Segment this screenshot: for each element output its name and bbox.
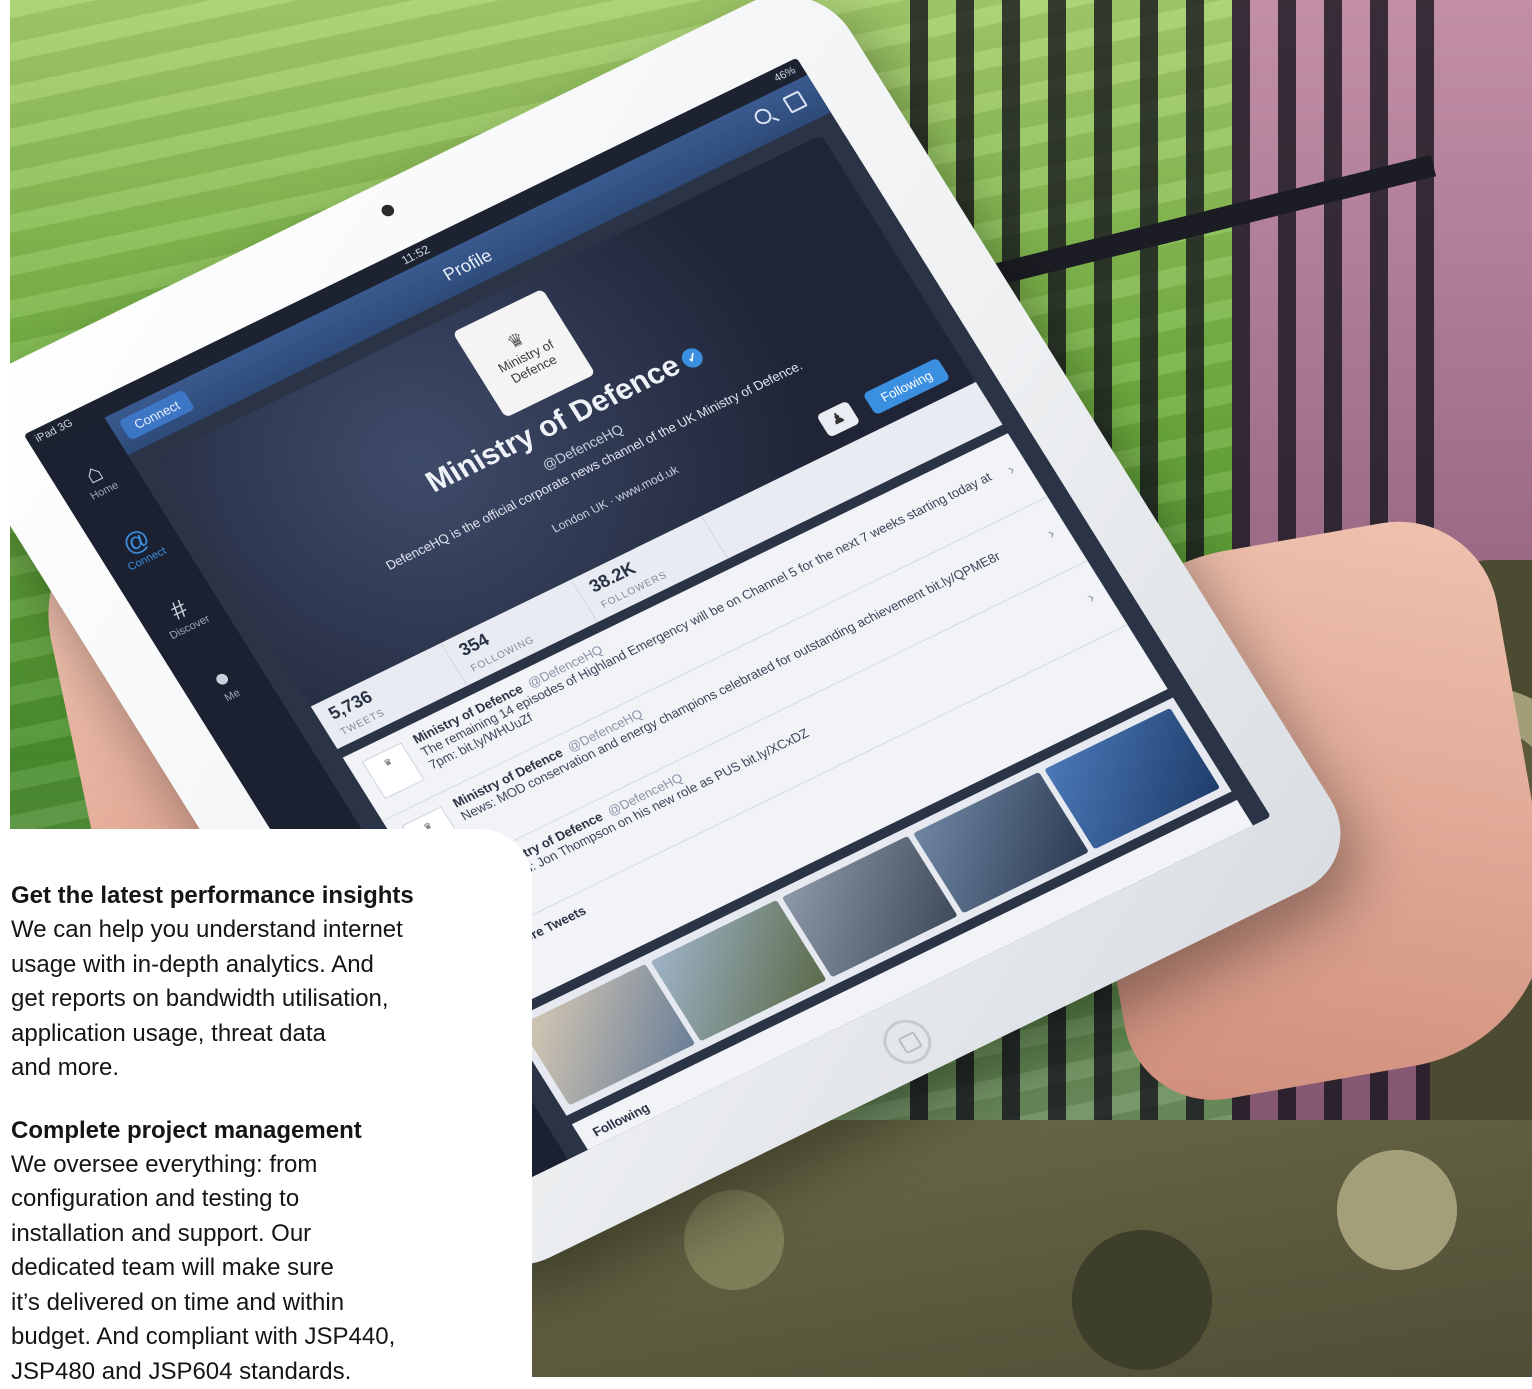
section-body-project: We oversee everything: from configuratio… (11, 1148, 502, 1389)
home-square-icon (897, 1031, 923, 1054)
rail-item-discover[interactable]: # Discover (136, 580, 228, 650)
rail-item-me[interactable]: ● Me (178, 648, 270, 718)
tweet-avatar: ♛ (362, 742, 425, 799)
camera-icon (379, 203, 396, 218)
section-heading-project: Complete project management (11, 1114, 502, 1148)
verified-icon: ✓ (678, 345, 707, 371)
info-card: Get the latest performance insights We c… (0, 829, 532, 1377)
person-icon: ♟ (828, 408, 849, 428)
user-actions-button[interactable]: ♟ (816, 401, 860, 438)
section-heading-insights: Get the latest performance insights (11, 879, 502, 913)
home-button (874, 1012, 940, 1071)
crest-icon: ♛ (382, 756, 395, 768)
person-icon: ● (178, 648, 264, 708)
section-body-insights: We can help you understand internet usag… (11, 913, 502, 1086)
avatar-label: Ministry of Defence (477, 327, 583, 396)
rail-item-connect[interactable]: @ Connect (93, 511, 185, 581)
